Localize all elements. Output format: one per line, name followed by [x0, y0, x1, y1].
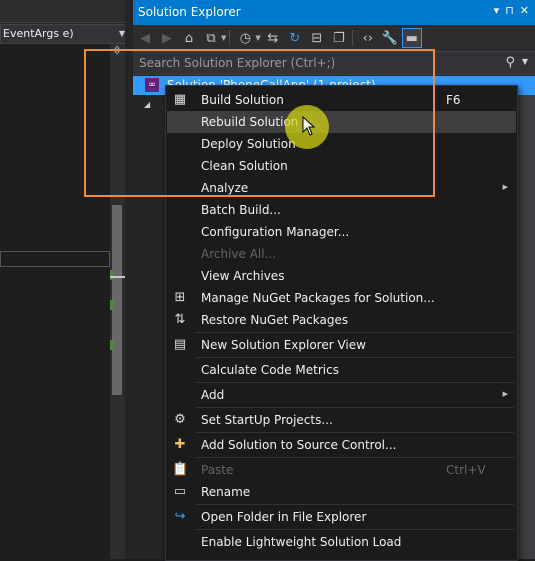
add-source-control-icon: ✚ [174, 437, 186, 452]
menu-item-shortcut: Ctrl+V [446, 463, 486, 477]
menu-item-label: Archive All... [201, 247, 277, 261]
menu-separator [196, 432, 514, 433]
menu-item-add[interactable]: Add ▶ [167, 384, 516, 406]
submenu-arrow-icon: ▶ [502, 390, 508, 398]
menu-item-calculate-code-metrics[interactable]: Calculate Code Metrics [167, 359, 516, 381]
menu-item-label: Restore NuGet Packages [201, 313, 349, 327]
scrollbar-change-marker [110, 340, 114, 350]
member-navigation-dropdown[interactable]: EventArgs e) ▼ [0, 24, 128, 44]
member-navigation-text: EventArgs e) [3, 27, 74, 40]
rename-icon: ▭ [173, 484, 187, 499]
menu-item-shortcut: F6 [446, 93, 461, 107]
menu-item-label: New Solution Explorer View [201, 338, 366, 352]
menu-item-set-startup-projects[interactable]: ⚙ Set StartUp Projects... [167, 409, 516, 431]
editor-splitter-handle[interactable] [110, 276, 125, 278]
menu-separator [196, 357, 514, 358]
menu-item-label: Rename [201, 485, 251, 499]
properties-icon[interactable]: ❐ [329, 28, 349, 48]
menu-item-restore-nuget[interactable]: ⇅ Restore NuGet Packages [167, 309, 516, 331]
menu-item-label: Add [201, 388, 225, 402]
menu-item-label: Configuration Manager... [201, 225, 350, 239]
toolbar-separator [351, 30, 353, 46]
menu-item-paste: 📋 Paste Ctrl+V [167, 459, 516, 481]
editor-tab-strip [0, 0, 133, 23]
forward-icon[interactable]: ▶ [157, 28, 177, 48]
menu-item-label: Add Solution to Source Control... [201, 438, 397, 452]
menu-item-label: Batch Build... [201, 203, 281, 217]
menu-item-view-archives[interactable]: View Archives [167, 265, 516, 287]
wrench-icon[interactable]: 🔧 [380, 28, 400, 48]
menu-separator [196, 332, 514, 333]
show-all-files-icon[interactable]: ⇆ [263, 28, 283, 48]
chevron-down-icon[interactable]: ▼ [522, 57, 528, 66]
search-icon[interactable]: ⚲ [505, 55, 515, 70]
solution-explorer-toolbar: ◀ ▶ ⌂ ⧉ ▼ ◷ ▼ ⇆ ↻ ⊟ ❐ ‹› 🔧 ▬ [133, 25, 535, 51]
menu-item-label: Set StartUp Projects... [201, 413, 333, 427]
chevron-down-icon[interactable]: ▼ [221, 34, 226, 42]
new-view-icon: ▤ [173, 337, 187, 352]
menu-separator [196, 407, 514, 408]
menu-item-configuration-manager[interactable]: Configuration Manager... [167, 221, 516, 243]
solution-explorer-title-bar[interactable]: Solution Explorer ▾ ⊓ ✕ [133, 0, 535, 25]
menu-item-open-folder-in-file-explorer[interactable]: ↪ Open Folder in File Explorer [167, 506, 516, 528]
highlight-box [84, 49, 435, 197]
collapse-all-icon[interactable]: ⊟ [307, 28, 327, 48]
menu-item-label: Enable Lightweight Solution Load [201, 535, 402, 549]
pin-icon[interactable]: ⊓ [505, 4, 514, 17]
view-code-icon[interactable]: ‹› [358, 28, 378, 48]
chevron-down-icon[interactable]: ▼ [255, 34, 260, 42]
menu-item-label: Paste [201, 463, 234, 477]
back-icon[interactable]: ◀ [135, 28, 155, 48]
menu-separator [196, 529, 514, 530]
menu-separator [196, 457, 514, 458]
menu-separator [196, 504, 514, 505]
menu-item-label: Manage NuGet Packages for Solution... [201, 291, 435, 305]
menu-item-add-to-source-control[interactable]: ✚ Add Solution to Source Control... [167, 434, 516, 456]
menu-item-archive-all: Archive All... [167, 243, 516, 265]
scrollbar-change-marker [110, 270, 114, 280]
menu-item-label: Calculate Code Metrics [201, 363, 339, 377]
toolbar-separator [229, 30, 231, 46]
window-position-icon[interactable]: ▾ [494, 4, 500, 17]
menu-item-new-solution-explorer-view[interactable]: ▤ New Solution Explorer View [167, 334, 516, 356]
scrollbar-change-marker [110, 300, 114, 310]
preview-selected-items-icon[interactable]: ▬ [401, 28, 422, 48]
menu-item-enable-lightweight-solution-load[interactable]: Enable Lightweight Solution Load [167, 531, 516, 553]
mouse-cursor-icon [302, 116, 316, 136]
menu-item-batch-build[interactable]: Batch Build... [167, 199, 516, 221]
paste-icon: 📋 [172, 462, 189, 477]
nuget-icon: ⊞ [174, 290, 186, 305]
window-controls: ▾ ⊓ ✕ [494, 4, 529, 17]
editor-inline-field [0, 251, 110, 267]
menu-item-label: Open Folder in File Explorer [201, 510, 367, 524]
menu-item-manage-nuget[interactable]: ⊞ Manage NuGet Packages for Solution... [167, 287, 516, 309]
close-icon[interactable]: ✕ [520, 4, 529, 17]
menu-item-label: View Archives [201, 269, 285, 283]
solution-explorer-scrollbar[interactable] [516, 95, 535, 559]
gear-icon: ⚙ [174, 412, 186, 427]
open-folder-icon: ↪ [174, 509, 186, 524]
submenu-arrow-icon: ▶ [502, 183, 508, 191]
refresh-icon[interactable]: ↻ [285, 28, 305, 48]
menu-item-rename[interactable]: ▭ Rename [167, 481, 516, 503]
pending-changes-filter-icon[interactable]: ◷ [235, 28, 255, 48]
home-icon[interactable]: ⌂ [179, 28, 199, 48]
menu-separator [196, 382, 514, 383]
sync-with-active-document-icon[interactable]: ⧉ [201, 28, 221, 48]
restore-nuget-icon: ⇅ [174, 312, 186, 327]
solution-explorer-title: Solution Explorer [138, 5, 241, 19]
